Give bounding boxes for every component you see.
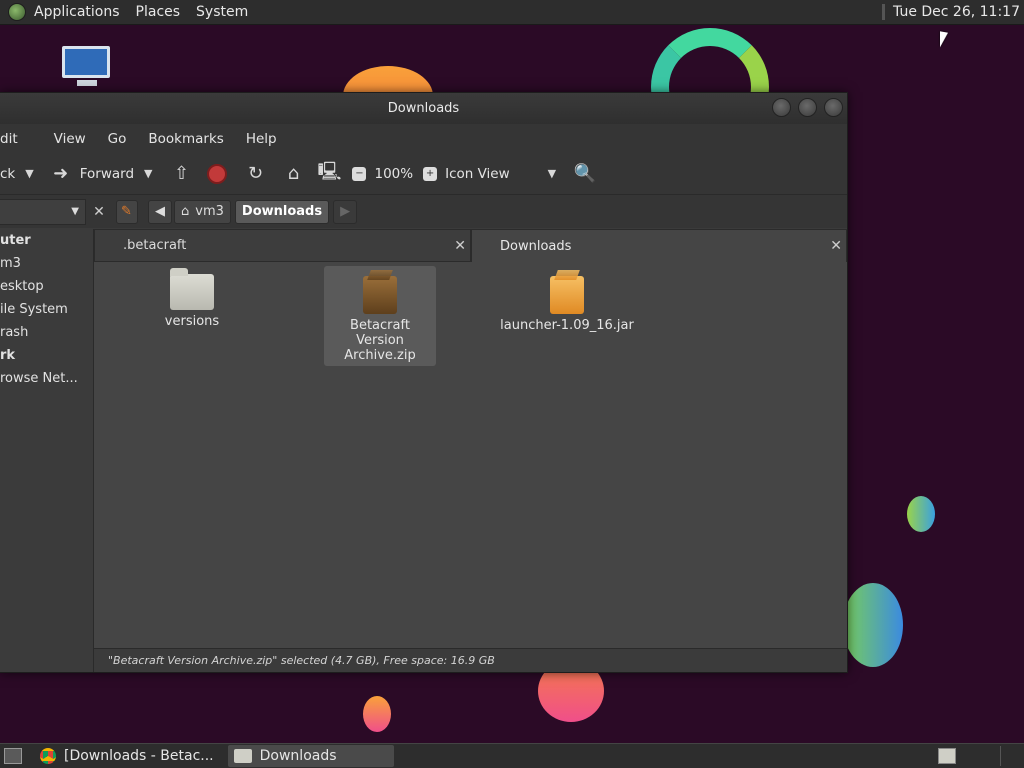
home-folder-icon: ⌂ bbox=[181, 204, 190, 219]
edit-location-button[interactable]: ✎ bbox=[116, 199, 138, 224]
search-icon[interactable]: 🔍 bbox=[572, 163, 598, 184]
tray-separator bbox=[1000, 746, 1020, 766]
zoom-level: 100% bbox=[374, 165, 414, 182]
task-label: [Downloads - Betac... bbox=[64, 748, 214, 764]
show-desktop-icon[interactable] bbox=[4, 748, 22, 764]
file-item-betacraft-archive[interactable]: Betacraft Version Archive.zip bbox=[324, 266, 436, 366]
menubar: dit View Go Bookmarks Help bbox=[0, 124, 847, 153]
path-crumb-label: vm3 bbox=[195, 204, 224, 219]
tab-close-icon[interactable]: ✕ bbox=[830, 238, 842, 254]
sidebar: uter m3 esktop ile System rash rk rowse … bbox=[0, 229, 94, 672]
mouse-cursor-icon bbox=[940, 31, 948, 49]
tab-betacraft[interactable]: .betacraft ✕ bbox=[94, 229, 471, 262]
sidebar-item-browse-network[interactable]: rowse Net... bbox=[0, 371, 92, 386]
menu-bookmarks[interactable]: Bookmarks bbox=[148, 131, 223, 147]
status-bar: "Betacraft Version Archive.zip" selected… bbox=[94, 648, 847, 672]
reload-icon[interactable]: ↻ bbox=[242, 163, 268, 184]
pencil-icon: ✎ bbox=[121, 204, 132, 219]
view-mode-chevron-icon[interactable]: ▼ bbox=[548, 167, 556, 180]
toolbar: ck ▼ ➜ Forward ▼ ⇧ ↻ ⌂ 🖳 − 100% + Icon V… bbox=[0, 153, 847, 195]
tab-label: .betacraft bbox=[123, 238, 187, 253]
tab-bar: .betacraft ✕ Downloads ✕ bbox=[94, 229, 847, 262]
menu-go[interactable]: Go bbox=[108, 131, 127, 147]
folder-icon bbox=[233, 749, 252, 763]
path-crumb-downloads[interactable]: Downloads bbox=[234, 199, 330, 224]
workspace-switcher-icon[interactable] bbox=[938, 748, 956, 764]
tab-label: Downloads bbox=[500, 238, 572, 254]
file-name: launcher-1.09_16.jar bbox=[500, 318, 634, 333]
file-item-versions[interactable]: versions bbox=[136, 268, 248, 329]
window-title: Downloads bbox=[387, 101, 460, 116]
chrome-icon bbox=[40, 748, 56, 764]
back-history-chevron-icon[interactable]: ▼ bbox=[25, 167, 33, 180]
content-pane: .betacraft ✕ Downloads ✕ versions Betacr… bbox=[94, 229, 847, 672]
sidebar-item-file-system[interactable]: ile System bbox=[0, 302, 92, 317]
stop-button[interactable] bbox=[204, 163, 230, 184]
wallpaper-blob-blue bbox=[843, 583, 903, 667]
menu-places[interactable]: Places bbox=[136, 4, 181, 20]
file-name: Betacraft Version Archive.zip bbox=[344, 318, 416, 363]
task-downloads[interactable]: Downloads bbox=[227, 745, 394, 767]
tab-downloads[interactable]: Downloads ✕ bbox=[471, 229, 847, 262]
zoom-out-icon[interactable]: − bbox=[352, 166, 367, 181]
menu-system[interactable]: System bbox=[196, 4, 248, 20]
view-mode-select[interactable]: Icon View bbox=[445, 166, 510, 182]
chevron-right-icon: ▶ bbox=[340, 204, 351, 219]
wallpaper-blob-small bbox=[363, 696, 391, 732]
location-bar: ▼ ✕ ✎ ◀ ⌂ vm3 Downloads ▶ bbox=[0, 195, 847, 228]
minimize-button[interactable] bbox=[772, 98, 791, 117]
computer-desktop-icon[interactable] bbox=[62, 46, 112, 90]
stop-icon bbox=[207, 163, 228, 184]
file-name: versions bbox=[164, 314, 220, 329]
chevron-left-icon: ◀ bbox=[155, 204, 165, 219]
forward-arrow-icon[interactable]: ➜ bbox=[48, 163, 74, 184]
chevron-down-icon: ▼ bbox=[71, 206, 79, 217]
forward-history-chevron-icon[interactable]: ▼ bbox=[144, 167, 152, 180]
jar-package-icon bbox=[550, 276, 584, 314]
zip-archive-icon bbox=[363, 276, 397, 314]
clock[interactable]: Tue Dec 26, 11:17 bbox=[882, 4, 1020, 20]
sidebar-item-desktop[interactable]: esktop bbox=[0, 279, 92, 294]
close-button[interactable] bbox=[824, 98, 843, 117]
zoom-in-icon[interactable]: + bbox=[423, 166, 438, 181]
sidebar-item-trash[interactable]: rash bbox=[0, 325, 92, 340]
sidebar-close-icon[interactable]: ✕ bbox=[90, 204, 108, 220]
file-grid: versions Betacraft Version Archive.zip l… bbox=[94, 262, 847, 642]
task-label: Downloads bbox=[259, 748, 337, 764]
path-forward-button[interactable]: ▶ bbox=[333, 199, 358, 224]
folder-icon bbox=[170, 268, 214, 310]
maximize-button[interactable] bbox=[798, 98, 817, 117]
path-back-button[interactable]: ◀ bbox=[148, 199, 172, 224]
menu-applications[interactable]: Applications bbox=[34, 4, 120, 20]
window-titlebar[interactable]: Downloads bbox=[0, 93, 847, 124]
sidebar-heading-computer: uter bbox=[0, 233, 31, 248]
menu-edit[interactable]: dit bbox=[0, 131, 18, 147]
sidebar-heading-network: rk bbox=[0, 348, 16, 363]
task-browser[interactable]: [Downloads - Betac... bbox=[34, 745, 220, 767]
tab-close-icon[interactable]: ✕ bbox=[454, 238, 466, 254]
path-crumb-vm3[interactable]: ⌂ vm3 bbox=[174, 199, 231, 224]
home-icon[interactable]: ⌂ bbox=[280, 163, 306, 184]
sidebar-item-vm3[interactable]: m3 bbox=[0, 256, 92, 271]
distro-logo-icon[interactable] bbox=[8, 3, 26, 21]
up-arrow-icon[interactable]: ⇧ bbox=[168, 163, 194, 184]
computer-icon[interactable]: 🖳 bbox=[316, 159, 342, 189]
forward-button[interactable]: Forward bbox=[80, 166, 134, 182]
bottom-taskbar: [Downloads - Betac... Downloads bbox=[0, 743, 1024, 768]
window-body: uter m3 esktop ile System rash rk rowse … bbox=[0, 229, 847, 672]
file-item-launcher-jar[interactable]: launcher-1.09_16.jar bbox=[494, 268, 640, 333]
file-manager-window: Downloads dit View Go Bookmarks Help ck … bbox=[0, 92, 848, 673]
menu-view[interactable]: View bbox=[54, 131, 86, 147]
top-panel: Applications Places System Tue Dec 26, 1… bbox=[0, 0, 1024, 25]
back-button[interactable]: ck bbox=[0, 166, 15, 182]
menu-help[interactable]: Help bbox=[246, 131, 277, 147]
wallpaper-blob-green bbox=[907, 496, 935, 532]
sidebar-type-select[interactable]: ▼ bbox=[0, 198, 86, 225]
